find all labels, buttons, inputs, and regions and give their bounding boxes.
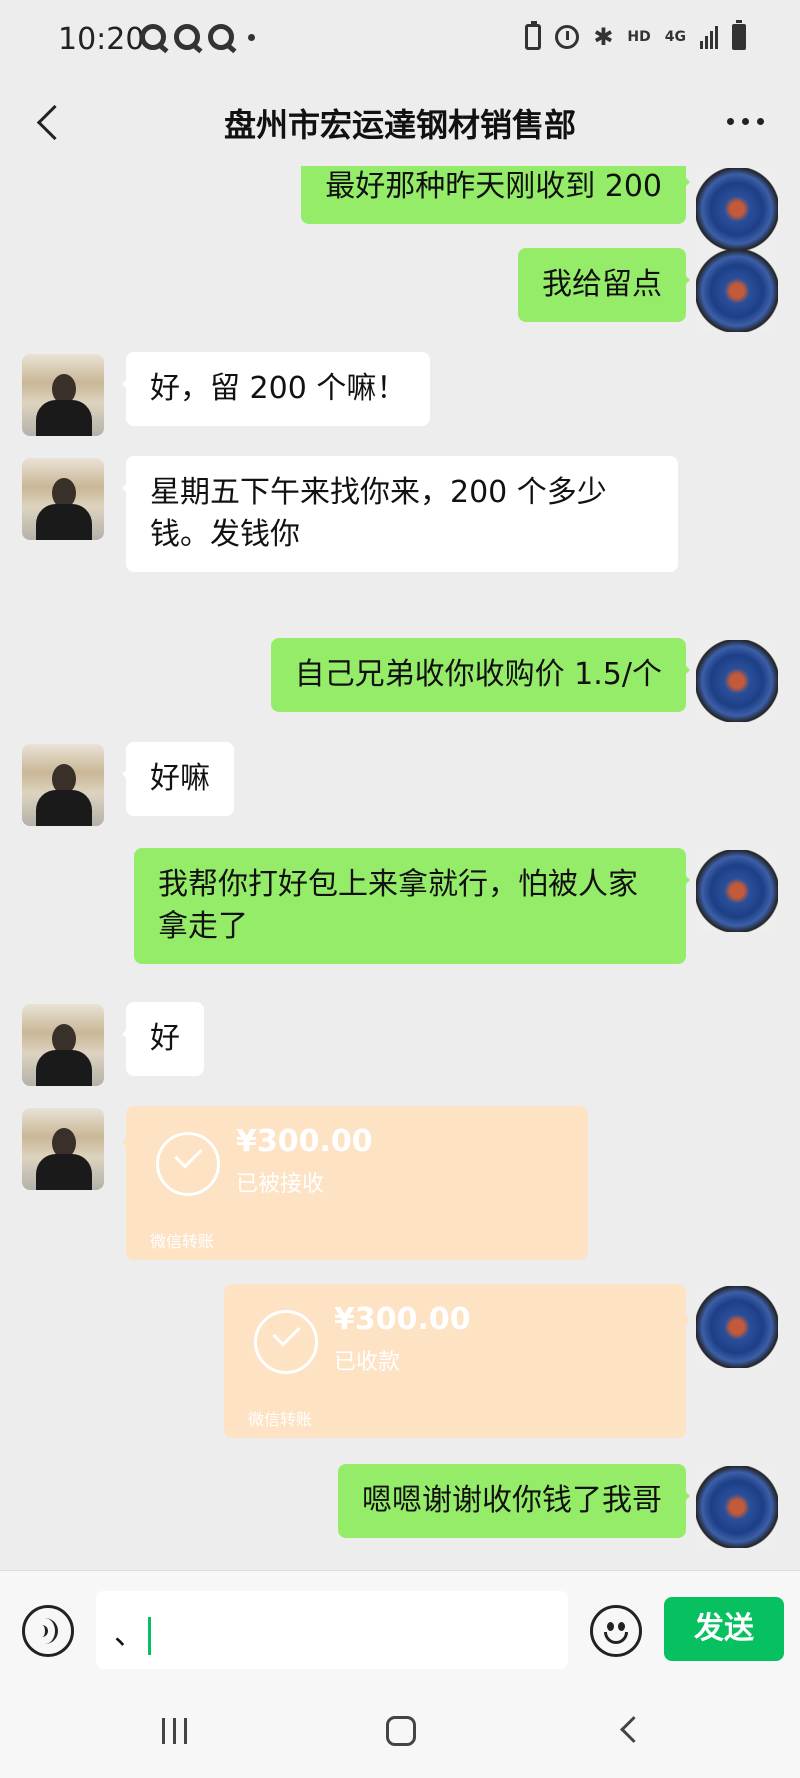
my-avatar[interactable] xyxy=(696,168,778,250)
alarm-icon xyxy=(555,25,580,49)
system-nav-bar xyxy=(0,1688,800,1778)
battery-saver-icon xyxy=(525,21,542,50)
my-avatar[interactable] xyxy=(696,850,778,932)
recents-button[interactable] xyxy=(162,1718,187,1744)
check-circle-icon xyxy=(254,1310,318,1374)
contact-avatar[interactable] xyxy=(22,1004,104,1086)
my-avatar[interactable] xyxy=(696,1286,778,1368)
contact-avatar[interactable] xyxy=(22,1108,104,1190)
notification-icons xyxy=(140,24,255,50)
my-avatar[interactable] xyxy=(696,1466,778,1548)
transfer-label: 微信转账 xyxy=(248,1410,313,1429)
send-button[interactable]: 发送 xyxy=(664,1597,784,1661)
home-button[interactable] xyxy=(386,1716,416,1746)
my-avatar[interactable] xyxy=(696,640,778,722)
input-bar: 、 发送 xyxy=(0,1570,800,1688)
transfer-status: 已被接收 xyxy=(236,1172,325,1197)
transfer-status: 已收款 xyxy=(334,1350,401,1375)
nav-back-button[interactable] xyxy=(618,1718,640,1740)
transfer-amount: ¥300.00 xyxy=(236,1124,373,1159)
emoji-icon xyxy=(607,1622,614,1631)
q-icon xyxy=(208,24,234,50)
my-avatar[interactable] xyxy=(696,250,778,332)
contact-avatar[interactable] xyxy=(22,744,104,826)
more-options-button[interactable] xyxy=(727,118,764,125)
message-bubble[interactable]: 好嘛 xyxy=(122,742,234,816)
network-type: 4G xyxy=(664,29,686,45)
hd-label: HD xyxy=(627,29,651,45)
chat-title: 盘州市宏运達钢材销售部 xyxy=(223,106,576,144)
q-icon xyxy=(140,24,166,50)
text-caret xyxy=(148,1616,151,1655)
status-time: 10:20 xyxy=(58,22,145,57)
battery-icon xyxy=(732,20,746,50)
transfer-card[interactable]: ¥300.00 已被接收 微信转账 xyxy=(122,1106,588,1260)
message-bubble[interactable]: 好 xyxy=(122,1002,204,1076)
system-icons: ✱ HD 4G xyxy=(525,20,746,51)
transfer-label: 微信转账 xyxy=(150,1232,215,1251)
message-bubble[interactable]: 我帮你打好包上来拿就行，怕被人家拿走了 xyxy=(134,848,690,964)
message-bubble[interactable]: 最好那种昨天刚收到 200 xyxy=(301,166,690,224)
recents-icon xyxy=(162,1718,165,1744)
more-notifications-dot-icon xyxy=(248,33,255,41)
chat-messages[interactable]: 最好那种昨天刚收到 200 我给留点 好，留 200 个嘛！ 星期五下午来找你来… xyxy=(0,166,800,1570)
message-bubble[interactable]: 我给留点 xyxy=(518,248,690,322)
message-bubble[interactable]: 好，留 200 个嘛！ xyxy=(121,352,431,426)
bluetooth-icon: ✱ xyxy=(593,23,614,51)
emoji-button[interactable] xyxy=(590,1605,642,1657)
message-bubble[interactable]: 星期五下午来找你来，200 个多少钱。发钱你 xyxy=(122,456,678,572)
message-input[interactable]: 、 xyxy=(96,1591,568,1669)
message-input-value: 、 xyxy=(114,1617,144,1652)
contact-avatar[interactable] xyxy=(22,458,104,540)
message-bubble[interactable]: 嗯嗯谢谢收你钱了我哥 xyxy=(338,1464,690,1538)
more-dots-icon xyxy=(727,118,734,125)
status-bar: 10:20 ✱ HD 4G xyxy=(0,0,800,78)
transfer-amount: ¥300.00 xyxy=(334,1302,471,1337)
transfer-card[interactable]: ¥300.00 已收款 微信转账 xyxy=(224,1284,690,1438)
signal-icon xyxy=(700,25,718,49)
check-circle-icon xyxy=(156,1132,220,1196)
message-bubble[interactable]: 自己兄弟收你收购价 1.5/个 xyxy=(270,638,691,712)
contact-avatar[interactable] xyxy=(22,354,104,436)
q-icon xyxy=(174,24,200,50)
voice-button[interactable] xyxy=(22,1605,74,1657)
chat-header: 盘州市宏运達钢材销售部 xyxy=(0,78,800,166)
